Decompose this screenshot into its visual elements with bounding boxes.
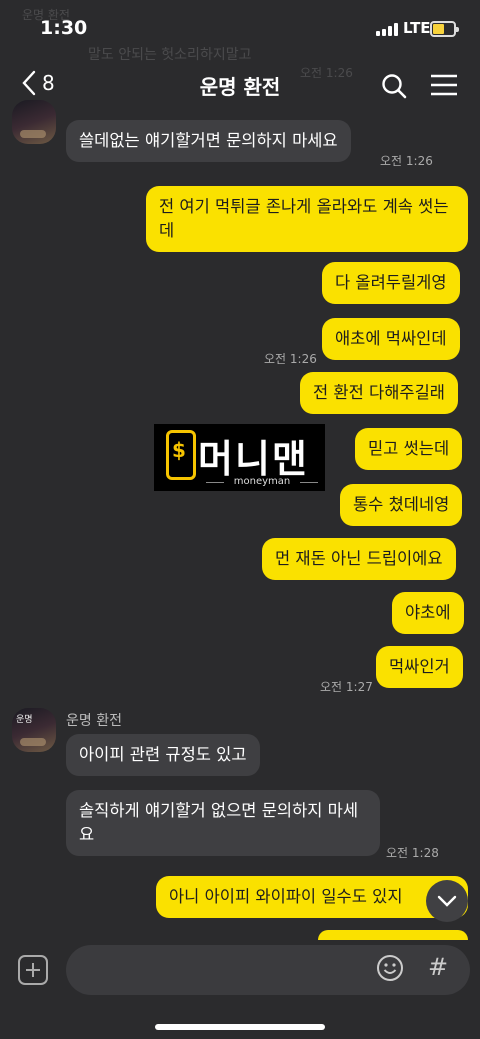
message-input[interactable]: [66, 945, 470, 995]
battery-icon: [430, 21, 459, 37]
outgoing-message[interactable]: 먹싸인거: [376, 646, 463, 688]
chevron-down-icon: [437, 895, 457, 907]
message-time: 오전 1:28: [386, 846, 439, 860]
chat-title: 운명 환전: [199, 75, 281, 99]
outgoing-message[interactable]: 통수 쳤데네영: [340, 484, 463, 526]
incoming-message[interactable]: 솔직하게 얘기할거 없으면 문의하지 마세요: [66, 790, 380, 856]
watermark-logo: $ 머니맨 moneyman: [154, 424, 325, 491]
avatar-label: 운명: [16, 715, 33, 725]
outgoing-message[interactable]: 야초에: [392, 592, 464, 634]
dollar-icon: $: [172, 438, 186, 462]
signal-icon: [376, 23, 398, 36]
avatar[interactable]: 운명: [12, 708, 56, 752]
sender-name: 운명 환전: [66, 713, 122, 729]
home-indicator[interactable]: [155, 1024, 325, 1030]
menu-icon[interactable]: [430, 74, 458, 96]
message-time: 오전 1:26: [380, 154, 433, 168]
avatar[interactable]: [12, 100, 56, 144]
network-label: LTE: [403, 19, 431, 37]
watermark-brand: 머니맨: [198, 437, 309, 481]
faded-sender: 운명 환전: [22, 8, 70, 22]
plus-icon[interactable]: [18, 955, 48, 985]
input-bar: #: [0, 940, 480, 1039]
outgoing-message[interactable]: 다 올려두릴게영: [322, 262, 460, 304]
outgoing-message[interactable]: 아니 아이피 와이파이 일수도 있지: [156, 876, 468, 918]
hash-icon[interactable]: #: [428, 953, 448, 981]
emoji-icon[interactable]: [376, 954, 404, 982]
message-time: 오전 1:26: [264, 352, 317, 366]
outgoing-message[interactable]: 먼 재돈 아닌 드립이에요: [262, 538, 456, 580]
chat-area[interactable]: 쓸데없는 얘기할거면 문의하지 마세요 오전 1:26 전 여기 먹튀글 존나게…: [0, 100, 480, 950]
outgoing-message[interactable]: 전 여기 먹튀글 존나게 올라와도 계속 썻는데: [146, 186, 468, 252]
incoming-message[interactable]: 아이피 관련 규정도 있고: [66, 734, 260, 776]
search-icon[interactable]: [380, 72, 408, 100]
outgoing-message[interactable]: 애초에 먹싸인데: [322, 318, 460, 360]
incoming-message[interactable]: 쓸데없는 얘기할거면 문의하지 마세요: [66, 120, 351, 162]
outgoing-message[interactable]: 믿고 썻는데: [355, 428, 463, 470]
message-time: 오전 1:27: [320, 680, 373, 694]
watermark-sub: moneyman: [206, 476, 318, 487]
outgoing-message[interactable]: 전 환전 다해주길래: [300, 372, 458, 414]
scroll-down-button[interactable]: [426, 880, 468, 922]
